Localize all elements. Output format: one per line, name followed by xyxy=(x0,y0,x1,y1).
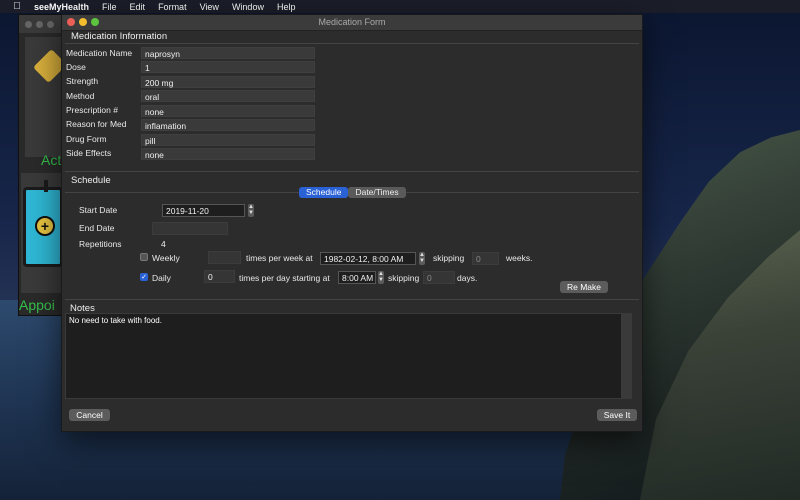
calendar-icon: + xyxy=(23,180,63,267)
tab-schedule[interactable]: Schedule xyxy=(299,187,349,198)
cancel-button[interactable]: Cancel xyxy=(69,409,110,421)
daily-skipping-text: skipping xyxy=(388,273,420,283)
times-per-week-text: times per week at xyxy=(246,253,313,263)
notes-textarea[interactable]: No need to take with food. xyxy=(65,313,632,399)
end-date-field[interactable] xyxy=(152,222,228,235)
menu-window[interactable]: Window xyxy=(232,2,264,12)
tab-date-times[interactable]: Date/Times xyxy=(348,187,406,198)
method-field[interactable]: oral xyxy=(141,90,315,102)
menu-view[interactable]: View xyxy=(200,2,219,12)
prescription-label: Prescription # xyxy=(66,105,118,115)
start-date-label: Start Date xyxy=(79,205,118,215)
notes-scrollbar[interactable] xyxy=(621,314,631,398)
daily-times-field[interactable]: 0 xyxy=(204,270,235,283)
daily-time-stepper[interactable]: ▲ ▼ xyxy=(378,271,384,284)
calendar-pin-icon xyxy=(44,180,48,192)
times-per-day-text: times per day starting at xyxy=(239,273,330,283)
drug-form-field[interactable]: pill xyxy=(141,134,315,146)
reason-label: Reason for Med xyxy=(66,119,127,129)
save-button[interactable]: Save It xyxy=(597,409,637,421)
window-title: Medication Form xyxy=(318,17,386,27)
drug-form-label: Drug Form xyxy=(66,134,107,144)
repetitions-label: Repetitions xyxy=(79,239,122,249)
daily-label: Daily xyxy=(152,273,171,283)
appointment-label: Appoi xyxy=(19,297,55,313)
apple-icon[interactable]:  xyxy=(12,1,22,12)
app-menu[interactable]: seeMyHealth xyxy=(34,2,89,12)
schedule-title: Schedule xyxy=(71,175,111,186)
medication-info-title: Medication Information xyxy=(71,31,168,42)
repetitions-field[interactable]: 4 xyxy=(157,237,184,250)
notes-divider xyxy=(65,299,639,300)
medication-name-field[interactable]: naprosyn xyxy=(141,47,315,59)
start-date-stepper[interactable]: ▲ ▼ xyxy=(248,204,254,217)
dose-label: Dose xyxy=(66,62,86,72)
medication-name-label: Medication Name xyxy=(66,48,133,58)
weekly-label: Weekly xyxy=(152,253,180,263)
weeks-text: weeks. xyxy=(506,253,533,263)
prescription-field[interactable]: none xyxy=(141,105,315,117)
plus-icon: + xyxy=(35,216,55,236)
weekly-checkbox[interactable] xyxy=(140,253,148,261)
reason-field[interactable]: inflamation xyxy=(141,119,315,131)
weekly-times-field[interactable] xyxy=(208,251,241,264)
method-label: Method xyxy=(66,91,95,101)
start-date-picker[interactable]: 2019-11-20 xyxy=(162,204,245,217)
menu-help[interactable]: Help xyxy=(277,2,296,12)
daily-skip-field[interactable]: 0 xyxy=(423,271,455,284)
weekly-skip-field[interactable]: 0 xyxy=(472,252,499,265)
side-effects-field[interactable]: none xyxy=(141,148,315,160)
bg-zoom-icon[interactable] xyxy=(47,20,54,28)
notes-text: No need to take with food. xyxy=(69,316,162,325)
activity-label: Act xyxy=(41,152,62,168)
weekly-datetime-stepper[interactable]: ▲ ▼ xyxy=(419,252,425,265)
daily-checkbox[interactable]: ✓ xyxy=(140,273,148,281)
section-divider xyxy=(65,171,639,172)
dose-field[interactable]: 1 xyxy=(141,61,315,73)
window-titlebar[interactable]: Medication Form xyxy=(62,15,642,31)
daily-time-picker[interactable]: 8:00 AM xyxy=(338,271,376,284)
remake-button[interactable]: Re Make xyxy=(560,281,608,293)
weekly-skipping-text: skipping xyxy=(433,253,465,263)
medication-form-window: Medication Form Medication Information M… xyxy=(61,14,643,432)
menu-bar:  seeMyHealth File Edit Format View Wind… xyxy=(0,0,800,13)
bg-minimize-icon[interactable] xyxy=(36,20,43,28)
days-text: days. xyxy=(457,273,478,283)
menu-edit[interactable]: Edit xyxy=(130,2,146,12)
medication-info-divider xyxy=(65,43,639,44)
weekly-datetime-picker[interactable]: 1982-02-12, 8:00 AM xyxy=(320,252,416,265)
end-date-label: End Date xyxy=(79,223,115,233)
bg-close-icon[interactable] xyxy=(25,20,32,28)
strength-field[interactable]: 200 mg xyxy=(141,76,315,88)
strength-label: Strength xyxy=(66,76,99,86)
schedule-tabs: Schedule Date/Times xyxy=(299,187,406,198)
menu-file[interactable]: File xyxy=(102,2,117,12)
side-effects-label: Side Effects xyxy=(66,148,112,158)
menu-format[interactable]: Format xyxy=(158,2,187,12)
